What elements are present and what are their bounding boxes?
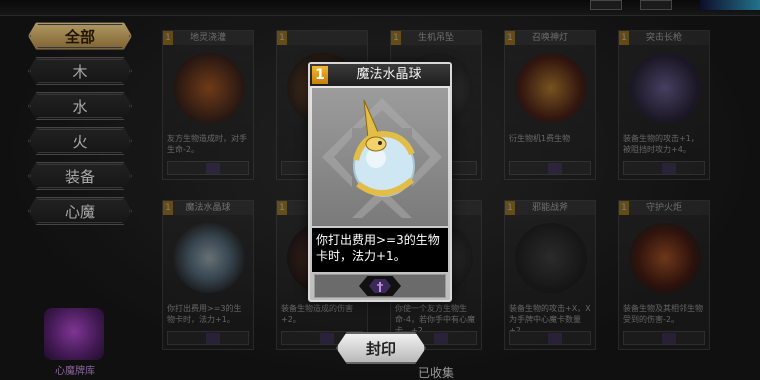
featured-card-header: 1 魔法水晶球 [310,64,450,86]
featured-card-footer [314,274,446,298]
featured-card-art [312,88,448,226]
seal-button[interactable]: 封印 [336,332,426,364]
crystal-ball-icon [322,98,442,218]
featured-card-cost: 1 [312,66,328,84]
collected-label: 已收集 [418,366,455,380]
featured-card-name: 魔法水晶球 [356,67,422,82]
featured-card: 1 魔法水晶球 你打出费用>=3的生物卡时，法力+1。 [308,62,452,302]
featured-card-desc: 你打出费用>=3的生物卡时，法力+1。 [312,228,448,272]
